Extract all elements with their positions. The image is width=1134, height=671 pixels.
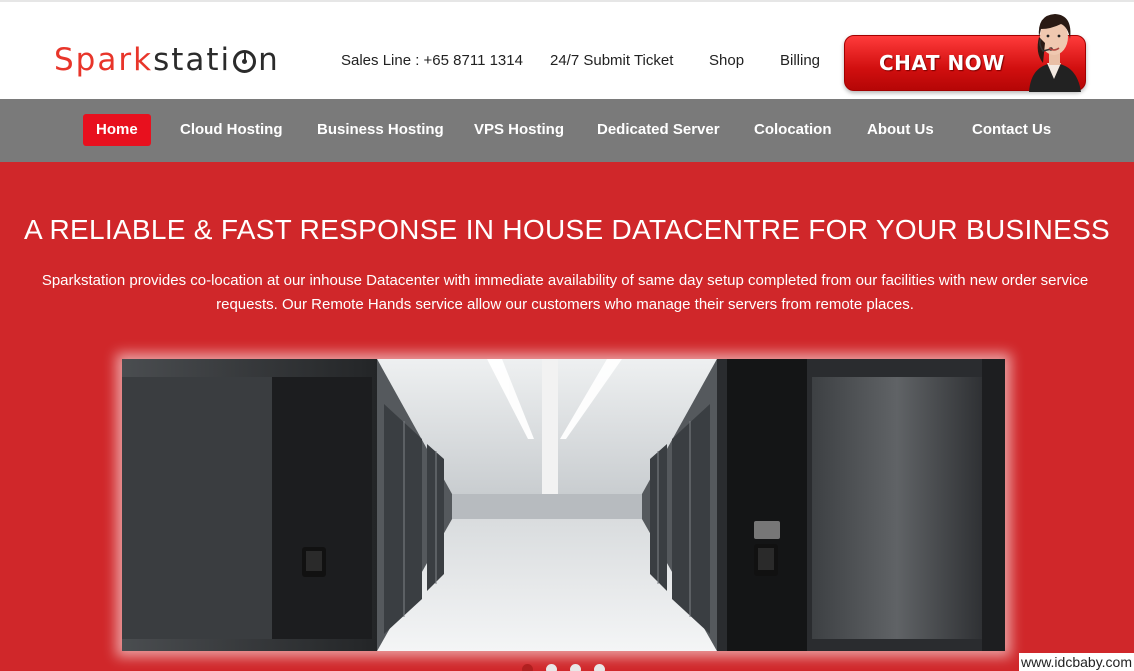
sales-line-link[interactable]: Sales Line : +65 8711 1314 xyxy=(341,52,523,69)
nav-about-us[interactable]: About Us xyxy=(867,114,934,146)
hero-section: A RELIABLE & FAST RESPONSE IN HOUSE DATA… xyxy=(0,162,1134,671)
billing-link[interactable]: Billing xyxy=(780,52,820,69)
logo-text-spark: Spark xyxy=(54,42,154,78)
watermark: www.idcbaby.com xyxy=(1018,653,1134,671)
nav-business-hosting[interactable]: Business Hosting xyxy=(317,114,444,146)
chat-now-button[interactable]: CHAT NOW xyxy=(844,14,1086,92)
nav-dedicated-server[interactable]: Dedicated Server xyxy=(597,114,720,146)
hero-description: Sparkstation provides co-location at our… xyxy=(41,272,1089,313)
support-agent-icon xyxy=(1029,14,1081,92)
slider-dot-4[interactable] xyxy=(594,664,605,671)
header: Spark stati n Sales Line : +65 8711 1314 2… xyxy=(0,0,1134,99)
nav-contact-us[interactable]: Contact Us xyxy=(972,114,1051,146)
slider-dot-2[interactable] xyxy=(546,664,557,671)
slider-dot-3[interactable] xyxy=(570,664,581,671)
nav-home[interactable]: Home xyxy=(83,114,151,146)
nav-cloud-hosting[interactable]: Cloud Hosting xyxy=(180,114,282,146)
slider-pagination xyxy=(522,664,605,671)
slider-dot-1[interactable] xyxy=(522,664,533,671)
logo-text-station: stati xyxy=(153,42,232,78)
datacenter-aisle-image xyxy=(122,359,1005,651)
hero-title: A RELIABLE & FAST RESPONSE IN HOUSE DATA… xyxy=(23,214,1111,245)
nav-vps-hosting[interactable]: VPS Hosting xyxy=(474,114,564,146)
submit-ticket-link[interactable]: 24/7 Submit Ticket xyxy=(550,52,673,69)
logo-text-end: n xyxy=(258,42,280,78)
main-navigation: Home Cloud Hosting Business Hosting VPS … xyxy=(0,99,1134,162)
power-icon xyxy=(233,49,257,73)
chat-now-label: CHAT NOW xyxy=(879,51,1005,75)
datacenter-slide-image[interactable] xyxy=(122,359,1005,651)
nav-colocation[interactable]: Colocation xyxy=(754,114,832,146)
sparkstation-logo[interactable]: Spark stati n xyxy=(54,40,280,80)
shop-link[interactable]: Shop xyxy=(709,52,744,69)
